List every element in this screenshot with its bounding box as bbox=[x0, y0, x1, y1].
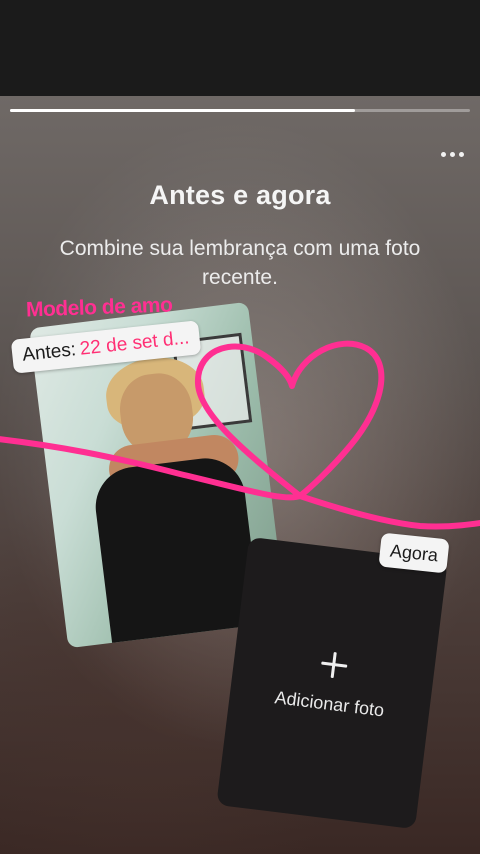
after-chip[interactable]: Agora bbox=[378, 532, 450, 574]
more-options-button[interactable] bbox=[434, 140, 470, 168]
before-chip-date: 22 de set d... bbox=[78, 327, 191, 360]
more-horizontal-icon bbox=[440, 151, 464, 157]
add-photo-label: Adicionar foto bbox=[273, 687, 386, 721]
story-viewer[interactable]: Antes e agora Combine sua lembrança com … bbox=[0, 96, 480, 854]
after-chip-label: Agora bbox=[389, 540, 440, 565]
add-photo-card[interactable]: Adicionar foto bbox=[216, 536, 448, 830]
status-bar bbox=[0, 0, 480, 96]
before-chip-label: Antes: bbox=[21, 339, 78, 366]
story-progress-fill bbox=[10, 109, 355, 112]
sticker-text[interactable]: Modelo de amo bbox=[26, 293, 173, 322]
story-subtitle: Combine sua lembrança com uma foto recen… bbox=[59, 237, 421, 289]
story-title: Antes e agora bbox=[149, 180, 331, 210]
photo-person-body bbox=[91, 453, 264, 649]
plus-icon bbox=[320, 651, 349, 680]
story-progress-bar bbox=[10, 109, 470, 112]
